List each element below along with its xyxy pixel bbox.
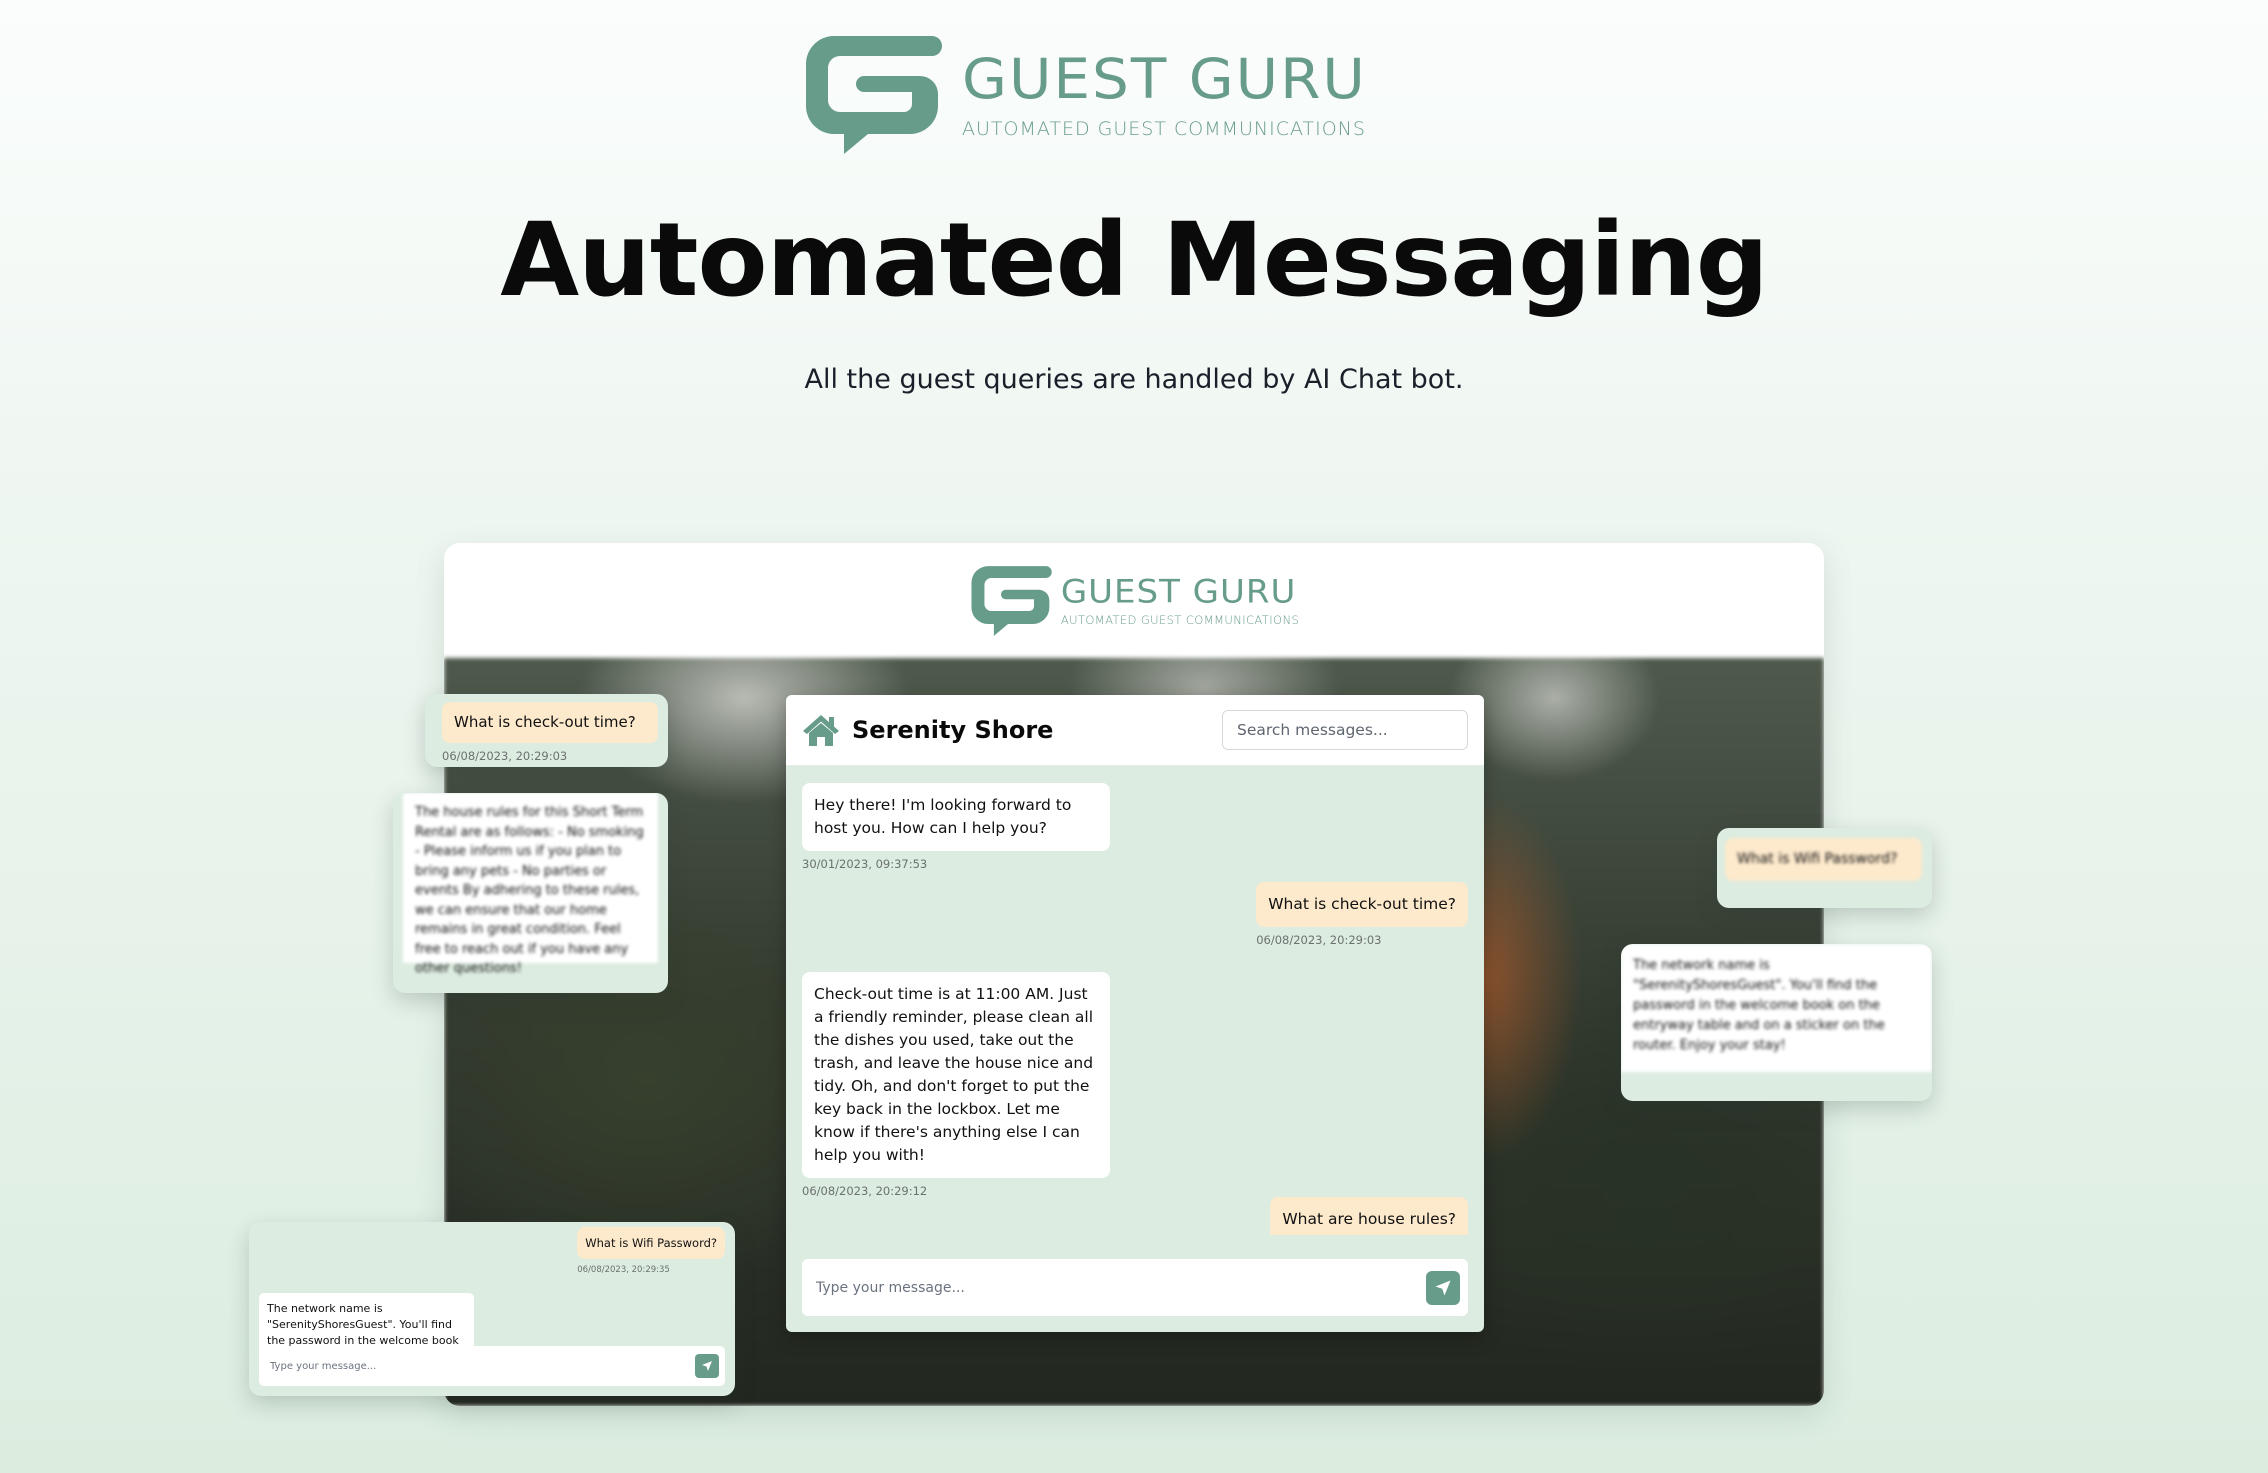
- message-timestamp: 06/08/2023, 20:29:03: [442, 749, 568, 763]
- floating-card-guest-question: What is check-out time? 06/08/2023, 20:2…: [425, 694, 668, 767]
- message-guest: What are house rules?: [1270, 1197, 1468, 1235]
- message-timestamp: 06/08/2023, 20:29:12: [802, 1184, 928, 1198]
- message-bubble: What is Wifi Password?: [577, 1227, 725, 1259]
- message-timestamp: [1725, 887, 1922, 898]
- message-bubble: Hey there! I'm looking forward to host y…: [802, 783, 1110, 851]
- message-bubble: The network name is "SerenityShoresGuest…: [1621, 944, 1932, 1072]
- app-brand-name: GUEST GURU: [1060, 572, 1297, 611]
- chat-window: Serenity Shore Hey there! I'm looking fo…: [786, 695, 1484, 1332]
- message-bubble: The house rules for this Short Term Rent…: [403, 793, 658, 976]
- message-timestamp: 30/01/2023, 09:37:53: [802, 857, 928, 871]
- message-bubble: Check-out time is at 11:00 AM. Just a fr…: [802, 972, 1110, 1178]
- speech-bubble-g-logo-icon: [969, 565, 1053, 637]
- message-bot: Hey there! I'm looking forward to host y…: [802, 783, 1110, 871]
- message-input[interactable]: [816, 1279, 1426, 1296]
- send-button[interactable]: [1426, 1270, 1460, 1305]
- app-brand-tagline: AUTOMATED GUEST COMMUNICATIONS: [1060, 612, 1300, 627]
- message-timestamp: [1623, 1076, 1932, 1087]
- send-button[interactable]: [695, 1354, 719, 1378]
- hero-subtitle: All the guest queries are handled by AI …: [804, 364, 1464, 395]
- message-guest: What is Wifi Password? 06/08/2023, 20:29…: [577, 1227, 725, 1275]
- app-header: GUEST GURU AUTOMATED GUEST COMMUNICATION…: [444, 543, 1824, 658]
- message-timestamp: 06/08/2023, 20:29:35: [577, 1265, 670, 1275]
- message-bubble: What is check-out time?: [442, 702, 658, 743]
- search-messages-input[interactable]: [1222, 710, 1468, 750]
- send-icon: [702, 1361, 712, 1371]
- app-header-logo: GUEST GURU AUTOMATED GUEST COMMUNICATION…: [969, 565, 1299, 637]
- brand-name: GUEST GURU: [962, 46, 1367, 112]
- message-bubble: What is Wifi Password?: [1725, 838, 1922, 881]
- message-list[interactable]: Hey there! I'm looking forward to host y…: [802, 783, 1468, 1235]
- floating-card-bot-answer: The network name is "SerenityShoresGuest…: [1621, 944, 1932, 1101]
- chat-header: Serenity Shore: [786, 695, 1484, 766]
- message-composer: [802, 1259, 1468, 1316]
- message-bot: Check-out time is at 11:00 AM. Just a fr…: [802, 972, 1110, 1198]
- home-icon: [803, 715, 839, 746]
- send-icon: [1435, 1280, 1451, 1295]
- floating-card-bot-answer: The house rules for this Short Term Rent…: [393, 793, 668, 993]
- speech-bubble-g-logo-icon: [804, 34, 942, 156]
- message-guest: What is check-out time? 06/08/2023, 20:2…: [1256, 882, 1468, 947]
- floating-card-guest-question: What is Wifi Password?: [1717, 828, 1932, 908]
- message-composer: [259, 1346, 725, 1386]
- brand-logo: GUEST GURU AUTOMATED GUEST COMMUNICATION…: [804, 34, 1367, 156]
- floating-mini-chat: What is Wifi Password? 06/08/2023, 20:29…: [249, 1222, 735, 1396]
- message-bubble: What is check-out time?: [1256, 882, 1468, 927]
- hero-title: Automated Messaging: [500, 201, 1769, 320]
- message-timestamp: 06/08/2023, 20:29:03: [1256, 933, 1382, 947]
- brand-tagline: AUTOMATED GUEST COMMUNICATIONS: [962, 118, 1366, 140]
- message-input[interactable]: [270, 1360, 695, 1372]
- message-bubble: What are house rules?: [1270, 1197, 1468, 1235]
- property-name: Serenity Shore: [852, 716, 1054, 744]
- message-timestamp: [403, 967, 668, 978]
